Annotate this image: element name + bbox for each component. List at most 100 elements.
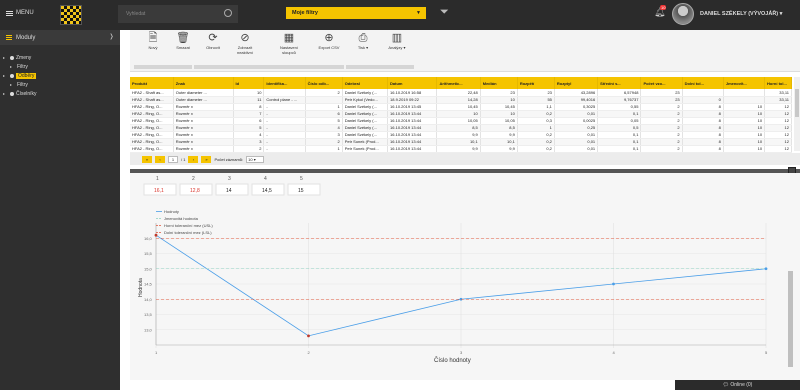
table-cell: 22,48	[436, 89, 481, 97]
table-cell: 6	[305, 110, 343, 118]
table-cell: 33,11	[764, 89, 792, 97]
table-row[interactable]: HFA2 - Ring, O... Rozměr x 6-5 Daniel Széke…	[130, 117, 792, 125]
list-icon	[6, 35, 12, 40]
toolbar-button[interactable]: ⟳ Obnovit	[198, 30, 228, 64]
tree-node[interactable]: ▸ Číselníky	[3, 89, 117, 98]
column-header[interactable]: Id	[233, 77, 265, 89]
toolbar-button[interactable]: ⎙ Tisk ▾	[348, 30, 378, 64]
tree-node[interactable]: ▸ Zmeny	[3, 53, 117, 62]
tree-node[interactable]: ▸ Odběry	[3, 71, 117, 80]
search-input[interactable]: Vyhledat	[118, 5, 238, 23]
per-page-select[interactable]: 10 ▾	[246, 155, 265, 163]
search-icon[interactable]	[224, 9, 232, 17]
table-cell: 16.10.2019 13:44	[387, 124, 438, 132]
per-page-label: Počet záznamů:	[214, 156, 244, 162]
user-menu[interactable]: DANIEL SZÉKELY (VÝVOJÁŘ) ▾	[700, 11, 782, 17]
table-cell: 11	[233, 96, 265, 104]
table-cell: -	[263, 103, 306, 111]
column-header[interactable]: Střední s...	[597, 77, 642, 89]
toolbar-button[interactable]: ⊕ Export CSV	[314, 30, 344, 64]
toolbar-button[interactable]: 🗎︎ Nový	[138, 30, 168, 64]
table-cell: 0,2	[517, 110, 555, 118]
filter-icon[interactable]: ⏷	[440, 7, 449, 18]
table-row[interactable]: HFA2 - Ring, O... Rozměr x 3-2 Petr Sunek (…	[130, 138, 792, 146]
table-cell	[263, 89, 306, 97]
table-row[interactable]: HFA2 - Shaft as... Outer diameter ... 11 Co…	[130, 96, 792, 104]
table-cell: Petr Kykol (Vedo...	[342, 96, 389, 104]
next-page-button[interactable]: ›	[188, 155, 199, 163]
tree-node[interactable]: ▸ Filtry	[3, 80, 117, 89]
grid-scrollbar[interactable]	[794, 77, 800, 151]
first-page-button[interactable]: «	[142, 155, 152, 163]
tree-node[interactable]: ▸ Filtry	[3, 62, 117, 71]
table-cell: 10	[723, 117, 766, 125]
column-header[interactable]: Odebral	[342, 77, 389, 89]
expand-icon[interactable]: ▸	[10, 82, 15, 87]
table-cell: 8	[682, 131, 724, 139]
table-cell: 0,3	[517, 117, 555, 125]
table-cell: Daniel Székely (...	[342, 131, 389, 139]
table-cell: 12	[764, 131, 792, 139]
table-cell: 10	[723, 145, 766, 153]
toolbar-button[interactable]: ▥ Analýzy ▾	[382, 30, 412, 64]
column-header[interactable]: Horní tol...	[764, 77, 792, 89]
toolbar-button[interactable]: ⊘ Zobrazit neaktivní	[230, 30, 260, 64]
page-input[interactable]: 1	[168, 155, 178, 163]
column-header[interactable]: Číslo odb...	[305, 77, 343, 89]
legend-item: Jmenovitá hodnota	[164, 216, 199, 221]
toolbar-button[interactable]: ▦ Nastavení sloupců	[274, 30, 304, 64]
column-header[interactable]: Počet vzo...	[640, 77, 683, 89]
last-page-button[interactable]: »	[201, 155, 212, 163]
data-point	[612, 282, 615, 286]
column-header[interactable]: Rozpětí	[517, 77, 555, 89]
table-row[interactable]: HFA2 - Ring, O... Rozměr x 7-6 Daniel Széke…	[130, 110, 792, 118]
column-header[interactable]: Identifika...	[263, 77, 306, 89]
column-header[interactable]: Znak	[173, 77, 234, 89]
toolbar-button-label: Analýzy	[388, 45, 403, 50]
data-point	[307, 334, 310, 338]
table-row[interactable]: HFA2 - Ring, O... Rozměr x 5-4 Daniel Széke…	[130, 124, 792, 132]
prev-page-button[interactable]: ‹	[155, 155, 165, 163]
column-header[interactable]: Medián	[480, 77, 518, 89]
expand-icon[interactable]: ▸	[10, 64, 15, 69]
table-row[interactable]: HFA2 - Shaft as... Outer diameter ... 10 2 D…	[130, 89, 792, 97]
toolbar-button-label: Nastavení sloupců	[279, 45, 298, 55]
online-status-label: Online (0)	[730, 382, 753, 388]
x-tick-label: 1	[155, 350, 158, 355]
table-row[interactable]: HFA2 - Ring, O... Rozměr x 2-1 Petr Sunek (…	[130, 145, 792, 153]
column-header[interactable]: Produkt	[130, 77, 174, 89]
expand-icon[interactable]: ▸	[3, 55, 8, 60]
table-cell: 16.10.2019 13:44	[387, 138, 438, 146]
table-cell: 4	[305, 124, 343, 132]
column-header[interactable]: Arithmetic...	[436, 77, 481, 89]
expand-icon[interactable]: ▸	[3, 91, 8, 96]
print-icon: ⎙	[358, 32, 368, 44]
table-cell: 10	[723, 103, 766, 111]
table-cell: 0,25	[554, 124, 599, 132]
header-index: 2	[192, 176, 195, 182]
table-cell: 10	[436, 110, 481, 118]
table-cell: 0,2	[517, 145, 555, 153]
filter-select[interactable]: Moje filtry	[286, 7, 426, 19]
menu-button[interactable]: MENU	[6, 10, 34, 16]
notification-badge: 10	[660, 5, 667, 10]
column-header[interactable]: Rozptyl	[554, 77, 599, 89]
column-header[interactable]: Jmenovit...	[723, 77, 766, 89]
table-cell: 10,1	[436, 138, 481, 146]
online-status[interactable]: 💬︎ Online (0)	[675, 380, 800, 390]
table-row[interactable]: HFA2 - Ring, O... Rozměr x 4-3 Daniel Széke…	[130, 131, 792, 139]
toolbar-button[interactable]: 🗑︎ Smazat	[168, 30, 198, 64]
table-cell: 0	[682, 96, 724, 104]
table-cell: 12	[764, 103, 792, 111]
table-cell: 0,1	[597, 131, 642, 139]
expand-icon[interactable]: ▸	[3, 73, 8, 78]
table-cell: -	[263, 131, 306, 139]
avatar[interactable]	[672, 3, 694, 25]
table-cell: HFA2 - Ring, O...	[130, 138, 174, 146]
column-header[interactable]: Dolní tol...	[682, 77, 724, 89]
table-row[interactable]: HFA2 - Ring, O... Rozměr x 8-1 Daniel Széke…	[130, 103, 792, 111]
top-bar: MENU Vyhledat Moje filtry ⏷ 🔔︎ 10 DANIEL…	[0, 0, 800, 30]
column-header[interactable]: Datum	[387, 77, 438, 89]
collapse-icon[interactable]: ❭	[109, 33, 114, 40]
table-cell: 5	[305, 117, 343, 125]
